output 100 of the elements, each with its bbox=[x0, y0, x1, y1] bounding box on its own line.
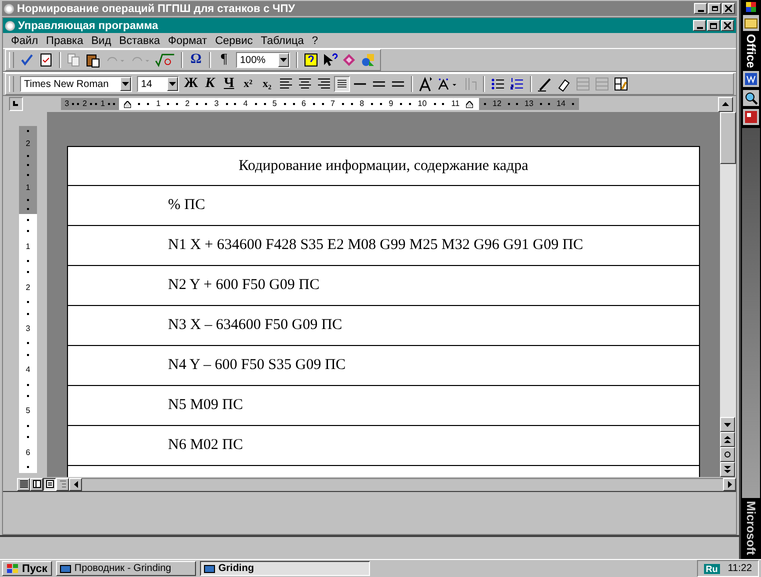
page-icon bbox=[46, 480, 54, 488]
caret-icon bbox=[122, 82, 129, 86]
folder-icon[interactable] bbox=[743, 15, 759, 31]
minimize-button[interactable] bbox=[693, 20, 706, 31]
previous-page-button[interactable] bbox=[720, 432, 735, 447]
scroll-up-button[interactable] bbox=[718, 96, 733, 112]
find-icon[interactable] bbox=[743, 90, 759, 106]
page-view-button[interactable] bbox=[43, 478, 56, 490]
zoom-dropdown[interactable]: 100% bbox=[236, 52, 290, 68]
italic-button[interactable]: К bbox=[201, 75, 219, 93]
justify-icon[interactable] bbox=[334, 76, 350, 92]
normal-view-button[interactable] bbox=[17, 478, 30, 490]
ruler-number: 8 bbox=[360, 99, 364, 109]
next-page-button[interactable] bbox=[720, 462, 735, 477]
menu-item[interactable]: Сервис bbox=[211, 34, 257, 46]
ruler-number: 4 bbox=[243, 99, 248, 109]
close-button[interactable] bbox=[721, 20, 734, 31]
table-cell: N6 M02 ПС bbox=[168, 437, 244, 454]
superscript-button[interactable]: x² bbox=[239, 75, 257, 93]
ruler-number: 2 bbox=[185, 99, 190, 109]
scroll-thumb[interactable] bbox=[720, 112, 736, 164]
font-size-dropdown[interactable]: 14 bbox=[137, 76, 179, 92]
scroll-down-button[interactable] bbox=[720, 417, 735, 432]
start-button[interactable]: Пуск bbox=[2, 561, 52, 576]
taskbar-button[interactable]: Griding bbox=[200, 561, 370, 576]
menu-item[interactable]: Формат bbox=[164, 34, 212, 46]
table-cell: N2 Y + 600 F50 G09 ПС bbox=[168, 277, 320, 294]
paragraph-button[interactable]: ¶ bbox=[215, 51, 233, 69]
table-cell: N5 M09 ПС bbox=[168, 397, 244, 414]
browse-object-button[interactable] bbox=[720, 447, 735, 462]
scroll-right-button[interactable] bbox=[723, 478, 736, 490]
menu-item[interactable]: ? bbox=[308, 34, 322, 46]
window-title: Нормирование операций ПГПШ для станков с ЧПУ bbox=[17, 2, 295, 14]
double-down-arrow-icon bbox=[724, 466, 731, 473]
double-up-arrow-icon bbox=[724, 436, 731, 443]
ruler-number: 9 bbox=[388, 99, 394, 109]
ruler-number: 11 bbox=[451, 99, 460, 109]
ruler-number: 2 bbox=[82, 99, 87, 109]
underline-button[interactable]: Ч bbox=[220, 75, 238, 93]
menu-item[interactable]: Таблица bbox=[256, 34, 308, 46]
ruler-number: 2 bbox=[26, 138, 30, 148]
menu-item[interactable]: Вид bbox=[87, 34, 116, 46]
indent-marker[interactable] bbox=[466, 100, 474, 108]
window-icon bbox=[204, 564, 216, 574]
ruler-number: 2 bbox=[26, 282, 30, 292]
windows-logo-icon bbox=[7, 564, 19, 574]
clock: 11:22 bbox=[728, 563, 752, 574]
pointer-help-icon[interactable] bbox=[321, 51, 339, 69]
minimize-button[interactable] bbox=[694, 3, 707, 14]
ruler-number: 1 bbox=[26, 182, 30, 192]
window-title: Управляющая программа bbox=[18, 20, 158, 32]
symbol-button[interactable]: Ω bbox=[187, 51, 205, 69]
close-button[interactable] bbox=[722, 3, 735, 14]
circle-icon bbox=[724, 451, 731, 458]
ruler-number: 1 bbox=[156, 99, 161, 109]
table-cell: % ПС bbox=[168, 197, 206, 214]
office-bar-title: Office bbox=[744, 34, 758, 68]
word-icon[interactable] bbox=[743, 71, 759, 88]
shapes-icon[interactable] bbox=[359, 51, 377, 69]
equation-icon[interactable] bbox=[153, 51, 177, 69]
ruler-number: 12 bbox=[492, 99, 502, 109]
ruler-number: 7 bbox=[330, 99, 335, 109]
close-icon bbox=[725, 5, 732, 12]
ruler-number: 3 bbox=[214, 99, 219, 109]
window-icon bbox=[60, 564, 72, 574]
table-header-cell: Кодирование информации, содержание кадра bbox=[238, 158, 528, 174]
subscript-button[interactable]: x₂ bbox=[258, 75, 276, 93]
maximize-button[interactable] bbox=[707, 20, 720, 31]
table-cell: N4 Y – 600 F50 S35 G09 ПС bbox=[168, 357, 346, 374]
table-edit-icon[interactable] bbox=[612, 75, 630, 93]
tab-selector[interactable] bbox=[9, 97, 23, 111]
ruler-number: 6 bbox=[301, 99, 306, 109]
ruler-number: 6 bbox=[26, 448, 30, 457]
restore-button[interactable] bbox=[708, 3, 721, 14]
lines-icon bbox=[20, 480, 28, 488]
app-shortcut-icon[interactable] bbox=[743, 109, 759, 126]
outline-view-button[interactable] bbox=[56, 478, 69, 490]
ruler-number: 4 bbox=[26, 365, 30, 374]
grow-font-icon[interactable] bbox=[417, 75, 435, 93]
down-arrow-icon bbox=[724, 422, 731, 426]
ruler-number: 3 bbox=[26, 324, 30, 333]
font-dropdown[interactable]: Times New Roman bbox=[20, 76, 132, 92]
ruler-number: 5 bbox=[26, 406, 30, 416]
table-cell: N3 X – 634600 F50 G09 ПС bbox=[168, 317, 342, 334]
menu-item[interactable]: Вставка bbox=[115, 34, 164, 46]
ruler-number: 3 bbox=[64, 99, 70, 109]
web-view-button[interactable] bbox=[30, 478, 43, 490]
layout-icon bbox=[32, 480, 40, 488]
scroll-left-button[interactable] bbox=[69, 478, 82, 490]
taskbar-button[interactable]: Проводник - Grinding bbox=[56, 561, 196, 576]
office-bar-footer: Microsoft bbox=[744, 501, 758, 555]
left-arrow-icon bbox=[74, 480, 78, 488]
indent-marker[interactable] bbox=[124, 100, 132, 108]
menu-item[interactable]: Правка bbox=[42, 34, 88, 46]
menu-item[interactable]: Файл bbox=[7, 34, 42, 46]
bold-button[interactable]: Ж bbox=[182, 75, 200, 93]
language-indicator[interactable]: Ru bbox=[704, 564, 720, 574]
help-icon[interactable] bbox=[302, 51, 320, 69]
ruler-number: 14 bbox=[556, 99, 566, 109]
ruler-number: 1 bbox=[100, 99, 105, 109]
